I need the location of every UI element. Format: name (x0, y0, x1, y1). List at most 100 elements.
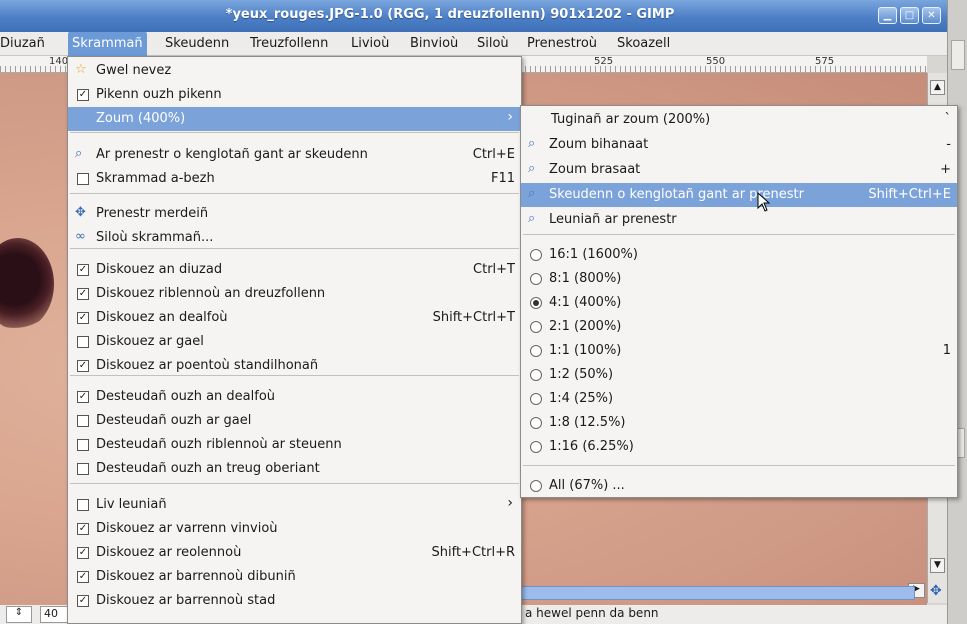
zoom-menu-item[interactable]: 1:1 (100%) 1 (521, 339, 957, 363)
menu-prenestroù[interactable]: Prenestroù (527, 36, 597, 51)
radio-icon[interactable] (530, 249, 542, 261)
view-menu-item[interactable]: ✓ Diskouez ar poentoù standilhonañ (68, 354, 521, 378)
zoom-menu-item[interactable]: 4:1 (400%) (521, 291, 957, 315)
view-menu-item[interactable]: ∞ Siloù skrammañ... (68, 226, 521, 250)
view-menu-item[interactable]: ✓ Diskouez an diuzad Ctrl+T (68, 258, 521, 282)
zoom-menu-item-label: 1:16 (6.25%) (549, 439, 634, 454)
checkbox-checked-icon[interactable]: ✓ (77, 312, 89, 324)
view-menu-item[interactable]: Desteudañ ouzh an treug oberiant (68, 457, 521, 481)
unit-stepper[interactable]: ⇕ (6, 606, 32, 623)
view-menu-item[interactable]: ✓ Diskouez ar reolennoù Shift+Ctrl+R (68, 541, 521, 565)
view-menu-item[interactable]: Liv leuniañ › (68, 493, 521, 517)
navigate-icon[interactable]: ✥ (930, 583, 942, 599)
radio-icon[interactable] (530, 321, 542, 333)
radio-icon[interactable] (530, 393, 542, 405)
zoom-menu-item[interactable]: ⌕ Leuniañ ar prenestr (521, 208, 957, 232)
zoom-menu-item-label: 16:1 (1600%) (549, 247, 638, 262)
menu-livioù[interactable]: Livioù (351, 36, 389, 51)
view-menu-item[interactable]: ✓ Diskouez riblennoù an dreuzfollenn (68, 282, 521, 306)
view-menu-item[interactable]: Skrammad a-bezh F11 (68, 167, 521, 191)
checkbox-checked-icon[interactable]: ✓ (77, 547, 89, 559)
zoom-menu-item[interactable]: 16:1 (1600%) (521, 243, 957, 267)
display-filters-icon: ∞ (75, 229, 86, 244)
view-menu-item[interactable]: ✓ Diskouez ar barrennoù stad (68, 589, 521, 613)
zoom-menu-item[interactable]: 1:4 (25%) (521, 387, 957, 411)
view-menu-item[interactable]: ✓ Pikenn ouzh pikenn (68, 83, 521, 107)
checkbox-icon[interactable] (77, 499, 89, 511)
checkbox-icon[interactable] (77, 439, 89, 451)
checkbox-icon[interactable] (77, 336, 89, 348)
view-menu-item[interactable]: ✓ Diskouez ar varrenn vinvioù (68, 517, 521, 541)
radio-icon[interactable] (530, 417, 542, 429)
shortcut-label: Shift+Ctrl+T (432, 310, 515, 325)
zoom-menu-item[interactable]: 1:2 (50%) (521, 363, 957, 387)
checkbox-checked-icon[interactable]: ✓ (77, 360, 89, 372)
ruler-label: 575 (815, 56, 835, 67)
zoom-menu-item[interactable]: 2:1 (200%) (521, 315, 957, 339)
shortcut-label: F11 (490, 171, 515, 186)
checkbox-checked-icon[interactable]: ✓ (77, 595, 89, 607)
menu-skeudenn[interactable]: Skeudenn (165, 36, 229, 51)
menu-siloù[interactable]: Siloù (477, 36, 509, 51)
checkbox-checked-icon[interactable]: ✓ (77, 391, 89, 403)
view-menu-item-label: Siloù skrammañ... (96, 230, 214, 245)
checkbox-checked-icon[interactable]: ✓ (77, 571, 89, 583)
zoom-menu-item[interactable]: All (67%) ... (521, 474, 957, 498)
zoom-submenu: Tuginañ ar zoum (200%) ` ⌕ Zoum bihanaat - ⌕ Z… (520, 105, 958, 498)
menu-diuzañ[interactable]: Diuzañ (0, 36, 45, 51)
zoom-menu-item[interactable]: Tuginañ ar zoum (200%) ` (521, 108, 957, 132)
view-menu-item-label: Diskouez ar varrenn vinvioù (96, 521, 278, 536)
zoom-menu-item-label: Zoum bihanaat (549, 137, 649, 152)
checkbox-checked-icon[interactable]: ✓ (77, 523, 89, 535)
radio-icon[interactable] (530, 480, 542, 492)
menu-treuzfollenn[interactable]: Treuzfollenn (250, 36, 328, 51)
dock-tab[interactable] (951, 40, 965, 70)
checkbox-checked-icon[interactable]: ✓ (77, 264, 89, 276)
view-menu-item[interactable]: ⌕ Ar prenestr o kenglotañ gant ar skeuden… (68, 143, 521, 167)
title-bar: *yeux_rouges.JPG-1.0 (RGG, 1 dreuzfollen… (0, 0, 947, 32)
minimize-button[interactable]: ▁ (878, 7, 897, 24)
checkbox-checked-icon[interactable]: ✓ (77, 89, 89, 101)
view-menu-item[interactable]: Diskouez ar gael (68, 330, 521, 354)
zoom-menu-item[interactable]: ⌕ Skeudenn o kenglotañ gant ar prenestr Sh… (521, 183, 957, 207)
view-menu-item[interactable]: ✥ Prenestr merdeiñ (68, 202, 521, 226)
new-view-icon: ☆ (75, 62, 87, 77)
zoom-menu-item[interactable]: 1:8 (12.5%) (521, 411, 957, 435)
radio-icon[interactable] (530, 345, 542, 357)
zoom-menu-item-label: All (67%) ... (549, 478, 625, 493)
checkbox-icon[interactable] (77, 463, 89, 475)
view-menu-item[interactable]: ✓ Diskouez an dealfoù Shift+Ctrl+T (68, 306, 521, 330)
zoom-menu-item[interactable]: 8:1 (800%) (521, 267, 957, 291)
zoom-menu-item[interactable]: 1:16 (6.25%) (521, 435, 957, 459)
close-button[interactable]: ✕ (922, 7, 941, 24)
zoom-fit-icon: ⌕ (75, 146, 83, 161)
checkbox-icon[interactable] (77, 415, 89, 427)
maximize-button[interactable]: □ (900, 7, 919, 24)
view-menu-item[interactable]: Desteudañ ouzh riblennoù ar steuenn (68, 433, 521, 457)
horizontal-scroll-thumb[interactable] (520, 586, 915, 600)
view-menu-item[interactable]: ✓ Diskouez ar barrennoù dibuniñ (68, 565, 521, 589)
radio-icon[interactable] (530, 441, 542, 453)
scroll-down-icon[interactable]: ▼ (930, 558, 945, 573)
zoom-menu-item-label: 8:1 (800%) (549, 271, 622, 286)
view-menu-item[interactable]: Desteudañ ouzh ar gael (68, 409, 521, 433)
zoom-field[interactable]: 40 (40, 606, 70, 623)
zoom-menu-item[interactable]: ⌕ Zoum bihanaat - (521, 133, 957, 157)
menu-skrammañ[interactable]: Skrammañ (68, 32, 147, 56)
radio-selected-icon[interactable] (530, 297, 542, 309)
view-menu-item[interactable]: Zoum (400%) › (68, 107, 521, 131)
shortcut-label: Ctrl+T (473, 262, 515, 277)
view-menu-item[interactable]: ☆ Gwel nevez (68, 59, 521, 83)
radio-icon[interactable] (530, 369, 542, 381)
magnifier-icon: ⌕ (528, 211, 536, 226)
shortcut-label: Shift+Ctrl+R (431, 545, 516, 560)
scroll-up-icon[interactable]: ▲ (930, 80, 945, 95)
checkbox-checked-icon[interactable]: ✓ (77, 288, 89, 300)
menu-skoazell[interactable]: Skoazell (617, 36, 670, 51)
zoom-menu-item[interactable]: ⌕ Zoum brasaat + (521, 158, 957, 182)
menu-binvioù[interactable]: Binvioù (410, 36, 458, 51)
ruler-label: 550 (706, 56, 726, 67)
checkbox-icon[interactable] (77, 173, 89, 185)
radio-icon[interactable] (530, 273, 542, 285)
view-menu-item[interactable]: ✓ Desteudañ ouzh an dealfoù (68, 385, 521, 409)
